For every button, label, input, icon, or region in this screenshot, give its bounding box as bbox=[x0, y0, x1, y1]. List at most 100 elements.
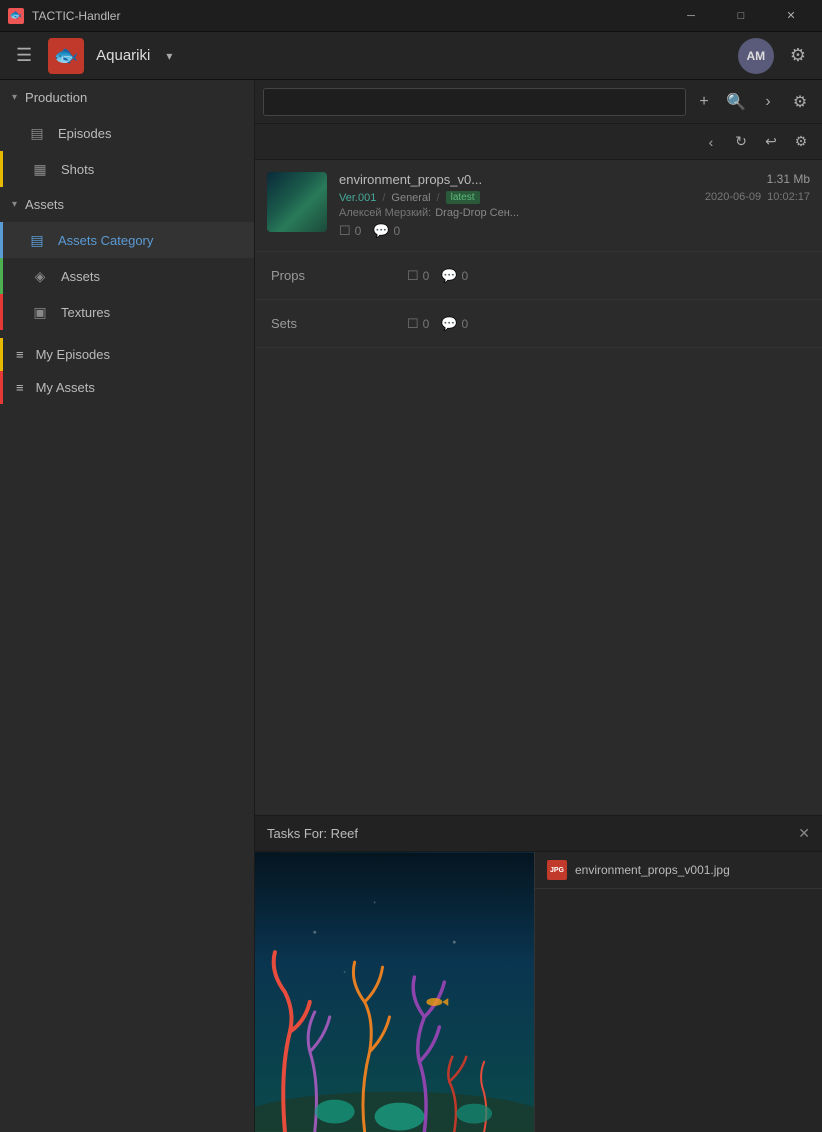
avatar-button[interactable]: АМ bbox=[738, 38, 774, 74]
sets-task-count: 0 bbox=[423, 317, 430, 331]
close-button[interactable]: ✕ bbox=[768, 0, 814, 32]
file-preview-panel bbox=[255, 852, 535, 1132]
category-sets-label: Sets bbox=[255, 316, 395, 331]
app-name: Aquariki bbox=[96, 47, 150, 64]
file-badge: latest bbox=[446, 191, 480, 204]
production-label: Production bbox=[25, 90, 87, 105]
comment-count: 0 bbox=[394, 224, 401, 238]
view-settings-button[interactable]: ⚙ bbox=[788, 129, 814, 155]
my-assets-icon: ≡ bbox=[16, 380, 24, 395]
coral-svg bbox=[255, 852, 534, 1132]
category-sets-metrics: ☐ 0 💬 0 bbox=[395, 316, 480, 332]
assets-icon: ◈ bbox=[31, 267, 49, 285]
comments-metric: 💬 0 bbox=[373, 223, 400, 239]
props-comment-icon: 💬 bbox=[441, 268, 457, 284]
app-logo: 🐟 bbox=[48, 38, 84, 74]
content-area: + 🔍 › ⚙ ‹ ↻ ↩ ⚙ bbox=[255, 80, 822, 1132]
titlebar: 🐟 TACTIC-Handler ─ □ ✕ bbox=[0, 0, 822, 32]
sidebar-item-assets-category[interactable]: ▤ Assets Category bbox=[0, 222, 254, 258]
file-info-card: environment_props_v0... 1.31 Mb Ver.001 … bbox=[255, 160, 822, 252]
file-category: General bbox=[391, 192, 430, 204]
minimize-button[interactable]: ─ bbox=[668, 0, 714, 32]
file-list-panel: JPG environment_props_v001.jpg bbox=[535, 852, 822, 1132]
category-row-props[interactable]: Props ☐ 0 💬 0 bbox=[255, 252, 822, 300]
content-toolbar: + 🔍 › ⚙ bbox=[255, 80, 822, 124]
task-icon: ☐ bbox=[339, 223, 351, 239]
file-version: Ver.001 bbox=[339, 192, 376, 204]
file-user: Алексей Мерзкий: bbox=[339, 207, 431, 219]
category-props-metrics: ☐ 0 💬 0 bbox=[395, 268, 480, 284]
task-count: 0 bbox=[355, 224, 362, 238]
file-size: 1.31 Mb bbox=[767, 172, 810, 186]
production-collapse-icon: ▾ bbox=[12, 92, 17, 103]
tasks-metric: ☐ 0 bbox=[339, 223, 361, 239]
comment-icon: 💬 bbox=[373, 223, 389, 239]
dropdown-arrow-icon[interactable]: ▾ bbox=[166, 49, 172, 63]
sets-tasks-metric: ☐ 0 bbox=[407, 316, 429, 332]
sidebar-item-episodes[interactable]: ▤ Episodes bbox=[0, 115, 254, 151]
props-task-icon: ☐ bbox=[407, 268, 419, 284]
props-task-count: 0 bbox=[423, 269, 430, 283]
content-settings-button[interactable]: ⚙ bbox=[786, 88, 814, 116]
settings-button[interactable]: ⚙ bbox=[786, 41, 810, 70]
app-header: ☰ 🐟 Aquariki ▾ АМ ⚙ bbox=[0, 32, 822, 80]
sets-comment-icon: 💬 bbox=[441, 316, 457, 332]
bottom-panel: Tasks For: Reef ✕ bbox=[255, 815, 822, 1132]
bottom-panel-title: Tasks For: Reef bbox=[267, 826, 358, 841]
chevron-right-button[interactable]: › bbox=[754, 88, 782, 116]
sets-comments-metric: 💬 0 bbox=[441, 316, 468, 332]
sets-comment-count: 0 bbox=[462, 317, 469, 331]
props-tasks-metric: ☐ 0 bbox=[407, 268, 429, 284]
search-button[interactable]: 🔍 bbox=[722, 88, 750, 116]
maximize-button[interactable]: □ bbox=[718, 0, 764, 32]
sidebar-section-assets[interactable]: ▾ Assets bbox=[0, 187, 254, 222]
category-row-sets[interactable]: Sets ☐ 0 💬 0 bbox=[255, 300, 822, 348]
file-name: environment_props_v0... bbox=[339, 172, 482, 187]
sidebar-item-shots[interactable]: ▦ Shots bbox=[0, 151, 254, 187]
sets-task-icon: ☐ bbox=[407, 316, 419, 332]
sidebar-item-my-episodes-label: My Episodes bbox=[36, 347, 110, 362]
titlebar-title: TACTIC-Handler bbox=[32, 9, 120, 23]
tasks-close-button[interactable]: ✕ bbox=[798, 825, 810, 842]
assets-collapse-icon: ▾ bbox=[12, 199, 17, 210]
sidebar-item-episodes-label: Episodes bbox=[58, 126, 111, 141]
sidebar-section-production[interactable]: ▾ Production bbox=[0, 80, 254, 115]
props-comments-metric: 💬 0 bbox=[441, 268, 468, 284]
history-button[interactable]: ↩ bbox=[758, 129, 784, 155]
bottom-panel-header: Tasks For: Reef ✕ bbox=[255, 816, 822, 852]
file-date: 2020-06-09 bbox=[705, 191, 761, 203]
app-container: ☰ 🐟 Aquariki ▾ АМ ⚙ ▾ Production ▤ Episo… bbox=[0, 32, 822, 1132]
shots-icon: ▦ bbox=[31, 160, 49, 178]
titlebar-left: 🐟 TACTIC-Handler bbox=[8, 8, 120, 24]
file-time: 10:02:17 bbox=[767, 191, 810, 203]
sidebar-item-my-episodes[interactable]: ≡ My Episodes bbox=[0, 338, 254, 371]
nav-back-button[interactable]: ‹ bbox=[698, 129, 724, 155]
props-comment-count: 0 bbox=[462, 269, 469, 283]
sidebar-item-textures-label: Textures bbox=[61, 305, 110, 320]
file-comment: Drag-Drop Сен... bbox=[435, 207, 519, 219]
episodes-icon: ▤ bbox=[28, 124, 46, 142]
main-content: environment_props_v0... 1.31 Mb Ver.001 … bbox=[255, 160, 822, 815]
coral-preview bbox=[255, 852, 534, 1132]
file-type-icon: JPG bbox=[547, 860, 567, 880]
sidebar: ▾ Production ▤ Episodes ▦ Shots ▾ Assets… bbox=[0, 80, 255, 1132]
add-button[interactable]: + bbox=[690, 88, 718, 116]
hamburger-button[interactable]: ☰ bbox=[12, 41, 36, 70]
sidebar-item-assets[interactable]: ◈ Assets bbox=[0, 258, 254, 294]
file-entry[interactable]: JPG environment_props_v001.jpg bbox=[535, 852, 822, 889]
sidebar-item-my-assets[interactable]: ≡ My Assets bbox=[0, 371, 254, 404]
category-props-label: Props bbox=[255, 268, 395, 283]
file-thumbnail bbox=[267, 172, 327, 232]
search-input[interactable] bbox=[263, 88, 686, 116]
sidebar-item-textures[interactable]: ▣ Textures bbox=[0, 294, 254, 330]
file-extension-label: JPG bbox=[550, 867, 564, 874]
sidebar-item-my-assets-label: My Assets bbox=[36, 380, 95, 395]
thumbnail-image bbox=[267, 172, 327, 232]
file-entry-name: environment_props_v001.jpg bbox=[575, 863, 730, 877]
sidebar-item-shots-label: Shots bbox=[61, 162, 94, 177]
refresh-button[interactable]: ↻ bbox=[728, 129, 754, 155]
my-episodes-icon: ≡ bbox=[16, 347, 24, 362]
bottom-content: JPG environment_props_v001.jpg bbox=[255, 852, 822, 1132]
assets-label: Assets bbox=[25, 197, 64, 212]
sidebar-item-assets-category-label: Assets Category bbox=[58, 233, 153, 248]
